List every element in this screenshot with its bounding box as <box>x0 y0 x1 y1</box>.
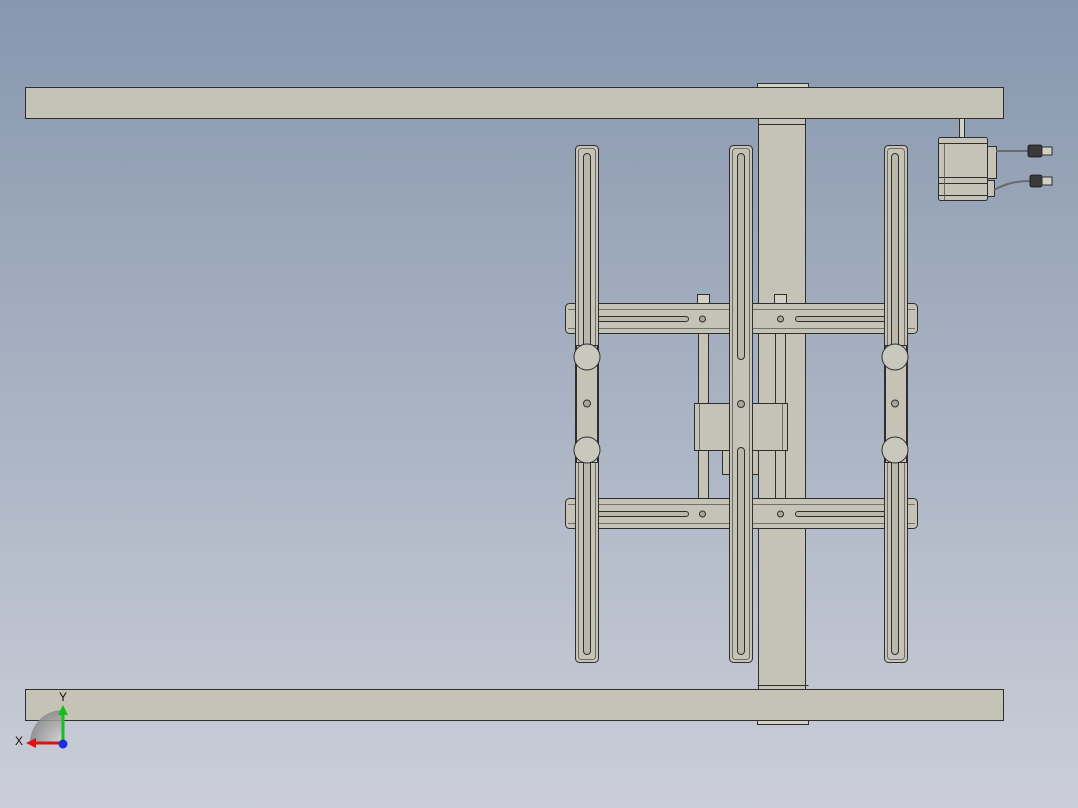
motor-encoder-box <box>987 180 995 197</box>
lower-plate-hole-1 <box>699 510 706 518</box>
lower-plate-hole-3 <box>777 510 784 518</box>
triad-x-label: X <box>15 734 23 748</box>
cad-viewport[interactable]: Y X <box>0 0 1078 808</box>
triad-z-axis-dot <box>58 739 68 749</box>
encoder-cable-plug <box>1041 176 1053 186</box>
encoder-cable-connector <box>1029 174 1043 188</box>
right-upper-knob[interactable] <box>881 343 909 371</box>
motor-body[interactable] <box>938 137 988 201</box>
left-slider-hole <box>583 399 591 408</box>
middle-upright-upper-slot <box>737 153 745 360</box>
left-slotted-upright[interactable] <box>573 145 601 663</box>
left-rod-tab <box>697 294 710 304</box>
lower-plate-left-slot <box>597 511 689 517</box>
top-frame-bar[interactable] <box>25 87 1004 119</box>
power-cable-plug <box>1041 146 1053 156</box>
middle-slotted-upright[interactable] <box>729 145 753 663</box>
left-lower-knob[interactable] <box>573 436 601 464</box>
right-lower-knob[interactable] <box>881 436 909 464</box>
right-rod-tab <box>774 294 787 304</box>
upper-plate-left-slot <box>597 316 689 322</box>
upper-plate-hole-3 <box>777 315 784 323</box>
bottom-frame-bar[interactable] <box>25 689 1004 721</box>
right-slotted-upright[interactable] <box>881 145 909 663</box>
upper-plate-right-slot <box>795 316 889 322</box>
triad-y-label: Y <box>59 690 67 704</box>
middle-upright-hole <box>737 400 745 408</box>
motor-shaft <box>959 118 965 138</box>
power-cable-connector <box>1027 144 1043 158</box>
viewport-background[interactable] <box>0 0 1078 808</box>
lower-plate-right-slot <box>795 511 889 517</box>
middle-upright-lower-slot <box>737 447 745 655</box>
left-upper-knob[interactable] <box>573 343 601 371</box>
upper-plate-hole-1 <box>699 315 706 323</box>
motor-terminal-box <box>987 146 997 179</box>
right-slider-hole <box>891 399 899 408</box>
